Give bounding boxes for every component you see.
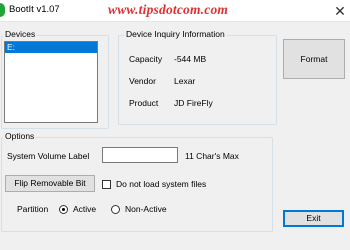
volume-hint: 11 Char's Max [185, 151, 239, 161]
product-value: JD FireFly [174, 98, 213, 108]
vendor-label: Vendor [129, 76, 156, 86]
partition-non-active-radio[interactable] [111, 205, 120, 214]
app-icon [0, 3, 5, 17]
watermark-text: www.tipsdotcom.com [108, 2, 229, 17]
devices-listbox[interactable]: E: [4, 41, 98, 123]
close-icon[interactable]: ✕ [330, 3, 350, 19]
volume-label-input[interactable] [102, 147, 178, 163]
flip-removable-bit-button[interactable]: Flip Removable Bit [5, 175, 95, 192]
format-button[interactable]: Format [283, 39, 345, 79]
options-legend: Options [3, 131, 37, 141]
partition-active-label: Active [73, 204, 97, 214]
partition-non-active-label: Non-Active [125, 204, 167, 214]
device-info-legend: Device Inquiry Information [124, 29, 227, 39]
device-item-e[interactable]: E: [5, 42, 97, 53]
title-bar: BootIt v1.07 www.tipsdotcom.com ✕ [0, 0, 350, 22]
no-system-files-label: Do not load system files [116, 179, 207, 189]
partition-label: Partition [17, 204, 49, 214]
capacity-label: Capacity [129, 54, 163, 64]
capacity-value: -544 MB [174, 54, 207, 64]
no-system-files-checkbox[interactable] [102, 180, 111, 189]
window-title: BootIt v1.07 [9, 4, 60, 15]
product-label: Product [129, 98, 159, 108]
vendor-value: Lexar [174, 76, 196, 86]
partition-active-radio[interactable] [59, 205, 68, 214]
devices-legend: Devices [3, 29, 38, 39]
volume-label: System Volume Label [7, 151, 90, 161]
exit-button[interactable]: Exit [283, 210, 344, 227]
